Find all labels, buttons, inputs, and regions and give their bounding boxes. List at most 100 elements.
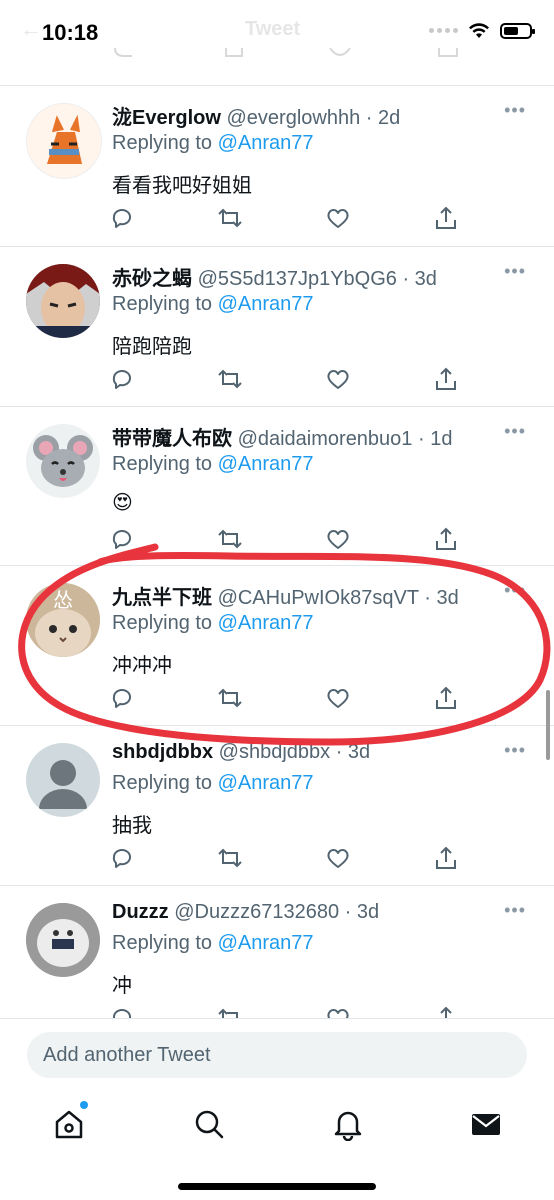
avatar[interactable] (26, 424, 100, 498)
like-icon[interactable] (324, 844, 352, 872)
display-name[interactable]: 带带魔人布欧 (112, 428, 232, 450)
reply-icon[interactable] (108, 525, 136, 553)
replying-to: Replying to @Anran77 (112, 932, 314, 955)
share-icon[interactable] (432, 844, 460, 872)
tab-messages[interactable] (469, 1107, 503, 1141)
tweet-text: 冲 (112, 975, 132, 997)
replying-to: Replying to @Anran77 (112, 293, 314, 316)
retweet-icon[interactable] (216, 204, 244, 232)
mention-link[interactable]: @Anran77 (218, 453, 314, 475)
mention-link[interactable]: @Anran77 (218, 772, 314, 794)
more-options-icon[interactable]: ••• (504, 900, 526, 921)
previous-tweet-actions (0, 48, 554, 68)
like-icon[interactable] (324, 204, 352, 232)
display-name[interactable]: 九点半下班 (112, 587, 212, 609)
tweet-row[interactable]: 泷Everglow @everglowhhh · 2d ••• Replying t… (0, 85, 554, 247)
more-options-icon[interactable]: ••• (504, 261, 526, 282)
tweet-text: 抽我 (112, 815, 152, 837)
replying-to-label: Replying to (112, 293, 218, 315)
avatar[interactable] (26, 743, 100, 817)
tweet-row[interactable]: 带带魔人布欧 @daidaimorenbuo1 · 1d ••• Replying … (0, 406, 554, 566)
mention-link[interactable]: @Anran77 (218, 612, 314, 634)
tweet-text: 看看我吧好姐姐 (112, 175, 252, 197)
handle-and-time: @5S5d137Jp1YbQG6 · 3d (197, 268, 437, 290)
tab-notifications[interactable] (331, 1107, 365, 1141)
share-icon[interactable] (432, 365, 460, 393)
reply-icon[interactable] (108, 844, 136, 872)
like-icon[interactable] (324, 365, 352, 393)
reply-icon[interactable] (108, 204, 136, 232)
avatar[interactable] (26, 264, 100, 338)
reply-icon[interactable] (108, 365, 136, 393)
share-icon[interactable] (432, 525, 460, 553)
reply-icon[interactable] (108, 684, 136, 712)
retweet-icon[interactable] (216, 844, 244, 872)
handle-and-time: @daidaimorenbuo1 · 1d (237, 428, 453, 450)
messages-icon (472, 1114, 500, 1135)
more-options-icon[interactable]: ••• (504, 580, 526, 601)
back-icon[interactable]: ← (20, 16, 42, 42)
more-options-icon[interactable]: ••• (504, 421, 526, 442)
status-time: 10:18 (42, 20, 99, 45)
handle-and-time: @everglowhhh · 2d (226, 107, 401, 129)
header-title: Tweet (245, 18, 301, 40)
tweet-row[interactable]: shbdjdbbx @shbdjdbbx · 3d ••• Replying to … (0, 725, 554, 886)
tweet-actions (108, 365, 468, 393)
retweet-icon[interactable] (216, 525, 244, 553)
svg-text:怂: 怂 (53, 588, 73, 612)
share-icon[interactable] (432, 684, 460, 712)
like-icon[interactable] (324, 684, 352, 712)
compose-placeholder: Add another Tweet (43, 1044, 211, 1066)
tweet-actions (108, 204, 468, 232)
home-indicator (178, 1183, 376, 1190)
tab-search[interactable] (192, 1107, 226, 1141)
tweet-row[interactable]: 赤砂之蝎 @5S5d137Jp1YbQG6 · 3d ••• Replying to… (0, 246, 554, 407)
status-bar: ← Tweet 10:18 (0, 0, 554, 70)
tweet-actions (108, 684, 468, 712)
tweet-header: 九点半下班 @CAHuPwIOk87sqVT · 3d (112, 581, 459, 610)
avatar[interactable] (26, 903, 100, 977)
tweet-row[interactable]: 怂 九点半下班 @CAHuPwIOk87sqVT · 3d ••• Replying … (0, 565, 554, 726)
retweet-icon[interactable] (216, 365, 244, 393)
display-name[interactable]: shbdjdbbx (112, 741, 213, 763)
tweet-header: 赤砂之蝎 @5S5d137Jp1YbQG6 · 3d (112, 262, 437, 291)
tweet-actions (108, 525, 468, 553)
replying-to-label: Replying to (112, 453, 218, 475)
retweet-icon[interactable] (216, 684, 244, 712)
like-icon[interactable] (324, 525, 352, 553)
share-icon[interactable] (432, 204, 460, 232)
avatar[interactable] (26, 103, 102, 179)
display-name[interactable]: 泷Everglow (112, 107, 221, 129)
replying-to-label: Replying to (112, 612, 218, 634)
mention-link[interactable]: @Anran77 (218, 293, 314, 315)
mention-link[interactable]: @Anran77 (218, 932, 314, 954)
compose-field[interactable]: Add another Tweet (27, 1032, 527, 1078)
replying-to-label: Replying to (112, 132, 218, 154)
home-icon (55, 1110, 83, 1139)
mention-link[interactable]: @Anran77 (218, 132, 314, 154)
search-icon (195, 1110, 224, 1139)
signal-icon (429, 28, 458, 33)
tweet-row[interactable]: Duzzz @Duzzz67132680 · 3d ••• Replying to … (0, 885, 554, 1029)
scrollbar[interactable] (546, 690, 550, 760)
tweet-header: 带带魔人布欧 @daidaimorenbuo1 · 1d (112, 422, 452, 451)
more-options-icon[interactable]: ••• (504, 740, 526, 761)
display-name[interactable]: 赤砂之蝎 (112, 268, 192, 290)
tweet-header: 泷Everglow @everglowhhh · 2d (112, 101, 400, 130)
avatar[interactable]: 怂 (26, 583, 100, 657)
replying-to: Replying to @Anran77 (112, 612, 314, 635)
tab-home[interactable] (52, 1101, 88, 1141)
more-options-icon[interactable]: ••• (504, 100, 526, 121)
compose-bar: Add another Tweet (0, 1018, 554, 1094)
replying-to-label: Replying to (112, 772, 218, 794)
wifi-icon (469, 23, 489, 38)
handle-and-time: @CAHuPwIOk87sqVT · 3d (217, 587, 459, 609)
handle-and-time: @Duzzz67132680 · 3d (174, 901, 380, 923)
display-name[interactable]: Duzzz (112, 901, 169, 923)
handle-and-time: @shbdjdbbx · 3d (218, 741, 371, 763)
notifications-icon (334, 1111, 362, 1141)
replying-to: Replying to @Anran77 (112, 453, 314, 476)
tweet-header: Duzzz @Duzzz67132680 · 3d (112, 901, 379, 924)
tweet-text: 陪跑陪跑 (112, 336, 192, 358)
notification-dot (80, 1101, 88, 1109)
